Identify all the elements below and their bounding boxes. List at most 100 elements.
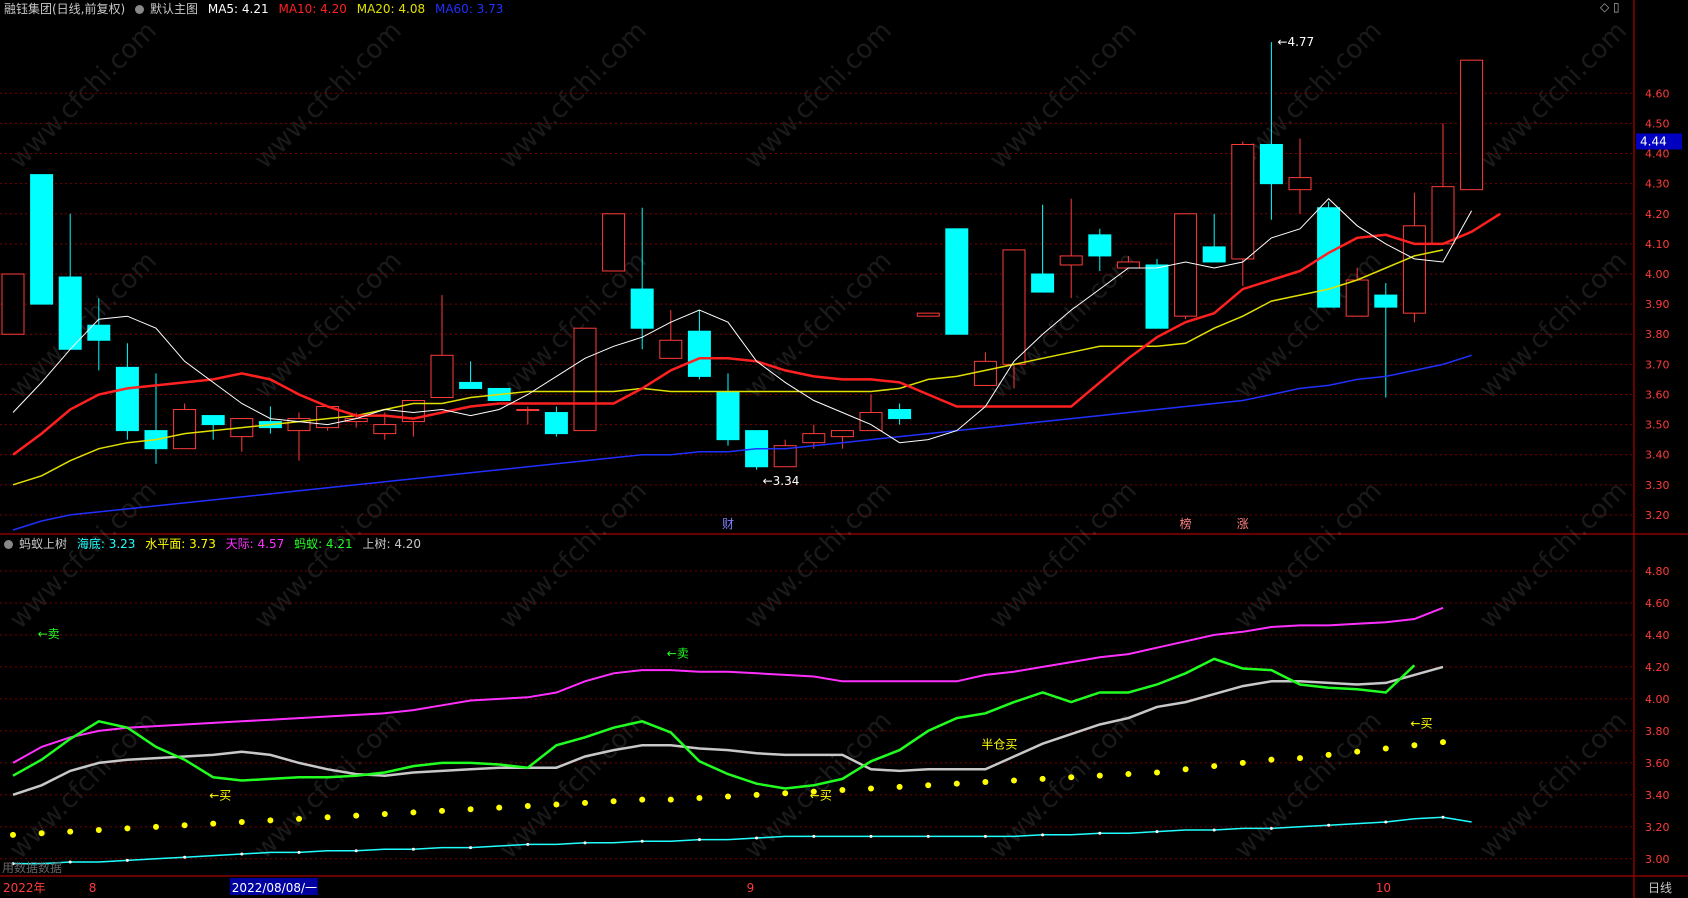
main-y-tick-label: 3.70 xyxy=(1645,358,1670,371)
watermark-text: www.cfchi.com xyxy=(1474,16,1633,175)
watermark-text: www.cfchi.com xyxy=(4,476,163,635)
level-dot xyxy=(1354,748,1361,755)
candle-down xyxy=(1374,294,1398,308)
candle-up xyxy=(1460,59,1484,191)
watermark-text: www.cfchi.com xyxy=(984,706,1143,865)
signal-label: ←买 xyxy=(209,789,231,803)
ma10-value: MA10: 4.20 xyxy=(278,2,347,16)
level-dot xyxy=(210,820,217,827)
watermark-text: www.cfchi.com xyxy=(1474,246,1633,405)
level-dot xyxy=(1268,756,1275,763)
level-dot xyxy=(381,811,388,818)
level-dot xyxy=(38,830,45,837)
sea-point xyxy=(926,834,930,838)
bottom-note: 用数据数据 xyxy=(2,860,62,875)
candle-down xyxy=(1145,264,1169,329)
candle-down xyxy=(945,228,969,335)
candle-down xyxy=(630,288,654,329)
candle-up xyxy=(659,339,683,359)
indicator-dot-icon xyxy=(135,5,145,14)
ma20-value: MA20: 4.08 xyxy=(356,2,426,16)
window-control-icons[interactable]: ◇ ▯ xyxy=(1600,0,1620,14)
sea-point xyxy=(469,846,473,850)
level-dot xyxy=(925,782,932,789)
event-marker: 涨 xyxy=(1237,516,1249,531)
indicator-dot-icon xyxy=(4,540,13,549)
sea-point xyxy=(240,852,244,856)
level-dot xyxy=(1096,772,1103,779)
sub-y-tick-label: 4.80 xyxy=(1645,565,1670,578)
level-dot xyxy=(1325,751,1332,758)
candle-up xyxy=(1174,213,1198,317)
sub-indicator-name[interactable]: 蚂蚁上树 xyxy=(19,537,67,551)
watermark-text: www.cfchi.com xyxy=(984,16,1143,175)
sea-point xyxy=(1155,830,1159,834)
level-dot xyxy=(67,828,74,835)
level-dot xyxy=(639,796,646,803)
level-dot xyxy=(753,791,760,798)
x-tick-label: 10 xyxy=(1376,881,1391,895)
candle-up xyxy=(430,354,454,398)
level-dot xyxy=(524,803,531,810)
sub-y-tick-label: 4.20 xyxy=(1645,661,1670,674)
candle-up xyxy=(602,213,626,272)
main-y-tick-label: 4.60 xyxy=(1645,87,1670,100)
watermark-text: www.cfchi.com xyxy=(494,16,653,175)
level-dot xyxy=(439,807,445,814)
main-y-tick-label: 3.30 xyxy=(1645,479,1670,492)
sky-line xyxy=(12,606,1444,764)
sea-point xyxy=(297,850,301,854)
watermark-text: www.cfchi.com xyxy=(739,16,898,175)
candle-up xyxy=(1231,143,1255,260)
candle-up xyxy=(1402,225,1426,314)
level-dot xyxy=(896,783,903,790)
level-value: 水平面: 3.73 xyxy=(145,537,216,551)
sea-point xyxy=(1269,826,1273,830)
level-dot xyxy=(410,809,417,816)
sub-y-tick-label: 3.80 xyxy=(1645,725,1670,738)
level-dot xyxy=(839,787,846,794)
sky-value: 天际: 4.57 xyxy=(225,537,285,551)
main-y-tick-label: 4.20 xyxy=(1645,208,1670,221)
candle-down xyxy=(716,390,740,441)
sea-point xyxy=(983,834,987,838)
level-dot xyxy=(496,804,503,811)
watermark-text: www.cfchi.com xyxy=(4,16,163,175)
level-dot xyxy=(10,831,16,838)
main-chart-header: 融钰集团(日线,前复权) 默认主图 MA5: 4.21 MA10: 4.20 M… xyxy=(4,0,509,17)
watermark-text: www.cfchi.com xyxy=(984,476,1143,635)
watermark-text: www.cfchi.com xyxy=(249,16,408,175)
current-price-label: 4.44 xyxy=(1640,134,1667,148)
candle-up xyxy=(802,433,826,444)
level-dot xyxy=(324,814,331,821)
level-dot xyxy=(696,795,703,802)
level-dot xyxy=(782,790,789,797)
level-dot xyxy=(610,798,617,805)
sea-point xyxy=(1041,833,1045,837)
candle-down xyxy=(30,174,54,305)
level-dot xyxy=(1440,739,1446,746)
candle-up xyxy=(573,327,597,432)
level-dot xyxy=(582,799,588,806)
signal-label: ←买 xyxy=(810,789,832,803)
ant-value: 蚂蚁: 4.21 xyxy=(294,537,353,551)
candle-down xyxy=(687,330,711,377)
stock-title[interactable]: 融钰集团(日线,前复权) xyxy=(4,2,125,16)
sea-point xyxy=(1098,831,1102,835)
main-indicator-name[interactable]: 默认主图 xyxy=(150,2,198,16)
candle-up xyxy=(516,409,540,412)
sea-point xyxy=(354,849,358,853)
level-dot xyxy=(95,827,102,834)
main-y-tick-label: 3.20 xyxy=(1645,509,1670,522)
candle-down xyxy=(544,412,568,435)
sea-value: 海底: 3.23 xyxy=(76,537,136,551)
main-y-tick-label: 3.50 xyxy=(1645,419,1670,432)
candle-down xyxy=(1259,143,1283,185)
level-dot xyxy=(667,796,674,803)
level-dot xyxy=(353,812,360,819)
ma20-line xyxy=(12,249,1444,486)
x-tick-label: 2022年 xyxy=(3,881,46,895)
event-marker: 榜 xyxy=(1180,516,1192,531)
level-dot xyxy=(1011,777,1017,784)
signal-label: ←卖 xyxy=(38,627,60,641)
